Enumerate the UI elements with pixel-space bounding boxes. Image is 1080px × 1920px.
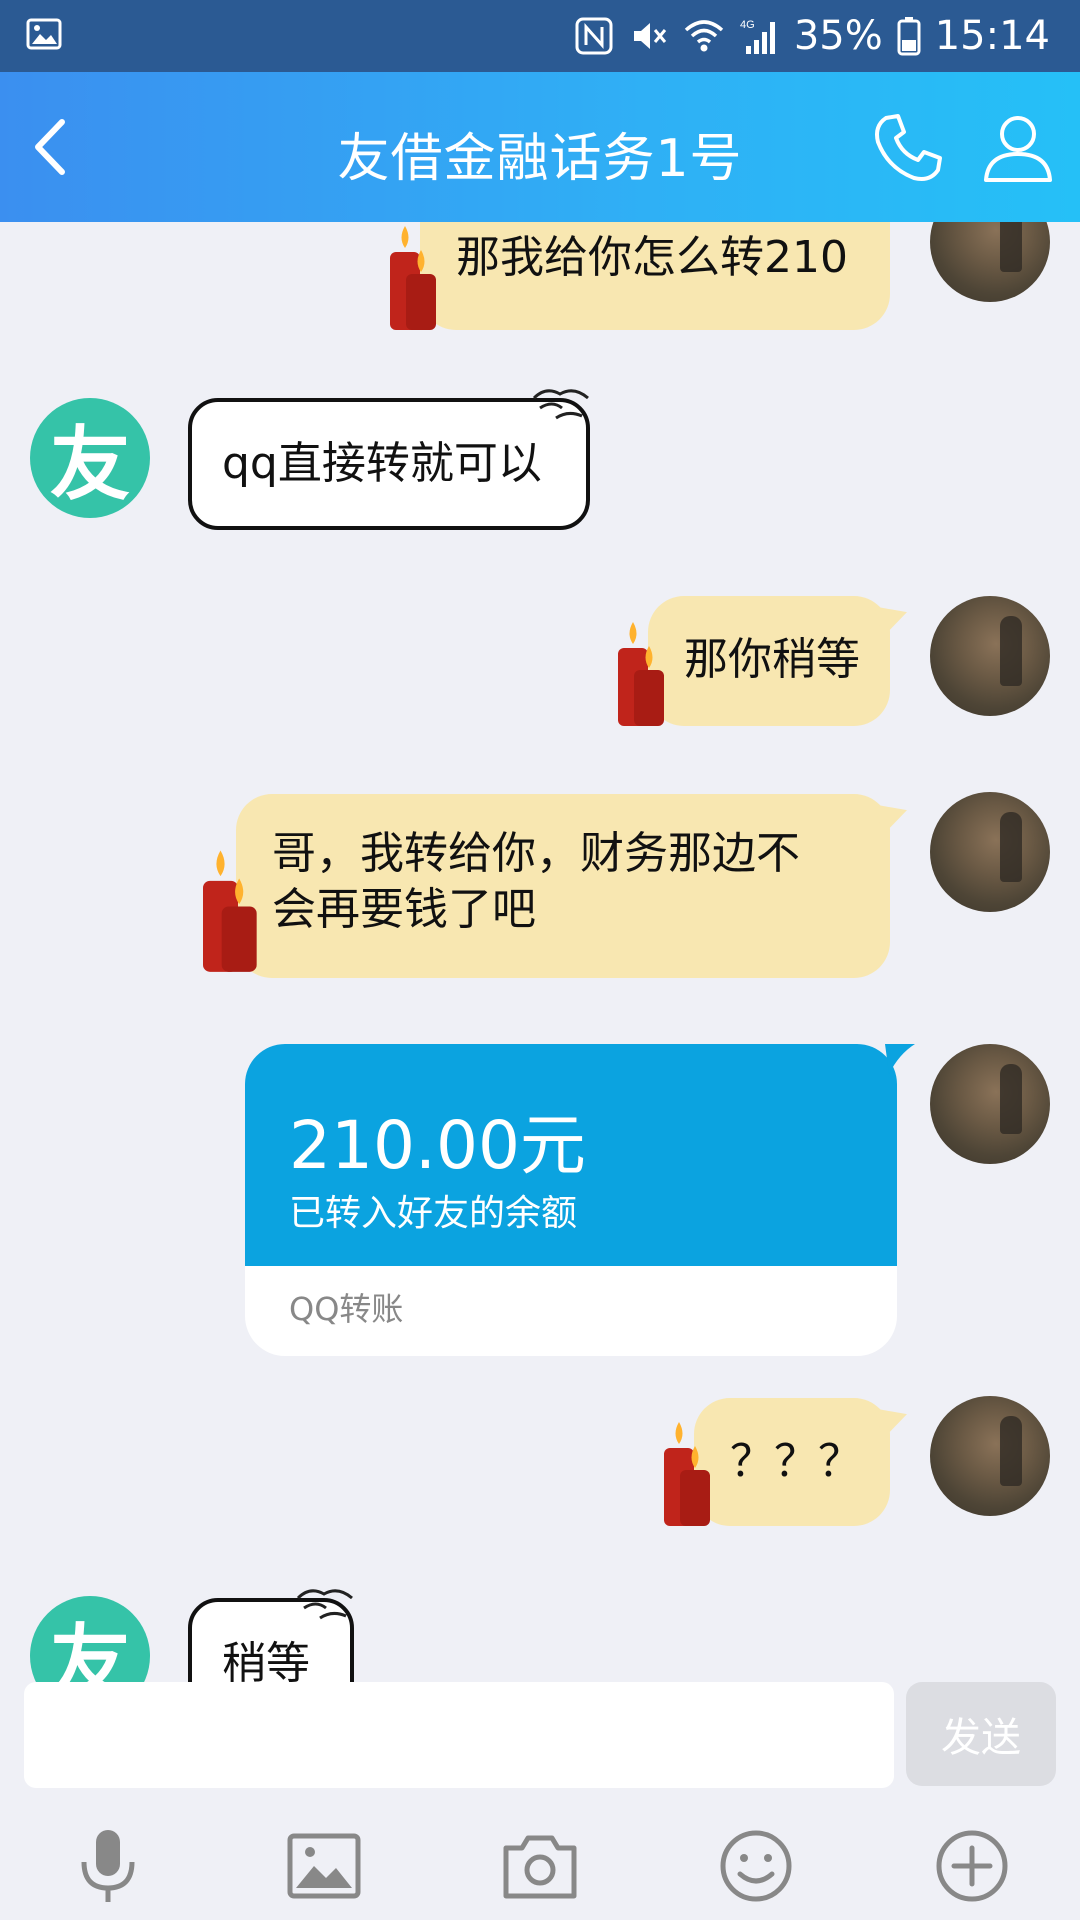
message-text: qq直接转就可以: [222, 438, 542, 489]
image-icon[interactable]: [284, 1826, 364, 1906]
message-text-line2: 会再要钱了吧: [272, 884, 536, 935]
candle-decoration-icon: [664, 1422, 710, 1526]
phone-icon[interactable]: [868, 108, 948, 188]
message-bubble-me[interactable]: 那你稍等: [618, 596, 912, 726]
transfer-card[interactable]: 210.00元 已转入好友的余额 QQ转账: [245, 1044, 897, 1356]
my-avatar[interactable]: [930, 596, 1050, 716]
message-bubble-me[interactable]: 那我给你怎么转210: [390, 222, 912, 330]
nfc-icon: [575, 17, 613, 55]
message-text: 稍等: [222, 1638, 310, 1682]
camera-icon[interactable]: [500, 1826, 580, 1906]
gallery-notification-icon: [26, 18, 62, 50]
message-bubble-contact[interactable]: qq直接转就可以: [188, 389, 590, 530]
composer: 发送: [0, 1682, 1080, 1788]
svg-text:4G: 4G: [740, 19, 755, 31]
message-input[interactable]: [24, 1682, 894, 1788]
candle-decoration-icon: [203, 850, 257, 972]
message-bubble-me[interactable]: 哥，我转给你，财务那边不 会再要钱了吧: [203, 794, 912, 978]
message-text-line1: 哥，我转给你，财务那边不: [272, 828, 800, 879]
my-avatar[interactable]: [930, 222, 1050, 302]
message-list[interactable]: 那我给你怎么转210 友 qq直接转就可以 那你稍等 哥，我转给你，财务那边不 …: [0, 222, 1080, 1682]
my-avatar[interactable]: [930, 1396, 1050, 1516]
doodle-decoration-icon: [532, 389, 589, 420]
status-bar: 4G 35% 15:14: [0, 0, 1080, 72]
clock: 15:14: [934, 13, 1050, 59]
send-button[interactable]: 发送: [906, 1682, 1056, 1786]
wifi-icon: [684, 20, 723, 52]
emoji-icon[interactable]: [716, 1826, 796, 1906]
transfer-amount: 210.00元: [289, 1107, 586, 1184]
plus-icon[interactable]: [932, 1826, 1012, 1906]
transfer-label: QQ转账: [289, 1290, 404, 1328]
mute-icon: [633, 23, 666, 49]
doodle-decoration-icon: [296, 1589, 353, 1620]
4g-signal-icon: 4G: [740, 19, 775, 54]
message-text: 那我给你怎么转210: [456, 232, 848, 283]
profile-icon[interactable]: [978, 108, 1058, 188]
message-bubble-me[interactable]: ？？？: [664, 1398, 912, 1526]
my-avatar[interactable]: [930, 1044, 1050, 1164]
message-text: 那你稍等: [684, 634, 860, 685]
transfer-description: 已转入好友的余额: [289, 1193, 578, 1234]
candle-decoration-icon: [618, 622, 664, 726]
bubble-tail: [885, 1044, 915, 1074]
my-avatar[interactable]: [930, 792, 1050, 912]
input-toolbar: [0, 1800, 1080, 1920]
voice-icon[interactable]: [68, 1826, 148, 1906]
bubble-tail: [874, 796, 912, 836]
bubble-tail: [874, 222, 912, 230]
message-bubble-contact[interactable]: 稍等: [188, 1589, 354, 1682]
chat-header: 友借金融话务1号: [0, 72, 1080, 222]
message-text: ？？？: [730, 1436, 862, 1487]
candle-decoration-icon: [390, 226, 436, 330]
battery-percent: 35%: [793, 13, 883, 59]
bubble-tail: [874, 598, 912, 638]
transfer-card-header: 210.00元 已转入好友的余额: [245, 1044, 897, 1266]
contact-avatar[interactable]: 友: [30, 1596, 150, 1682]
battery-icon: [897, 17, 921, 56]
bubble-tail: [874, 1400, 912, 1440]
contact-avatar[interactable]: 友: [30, 398, 150, 518]
